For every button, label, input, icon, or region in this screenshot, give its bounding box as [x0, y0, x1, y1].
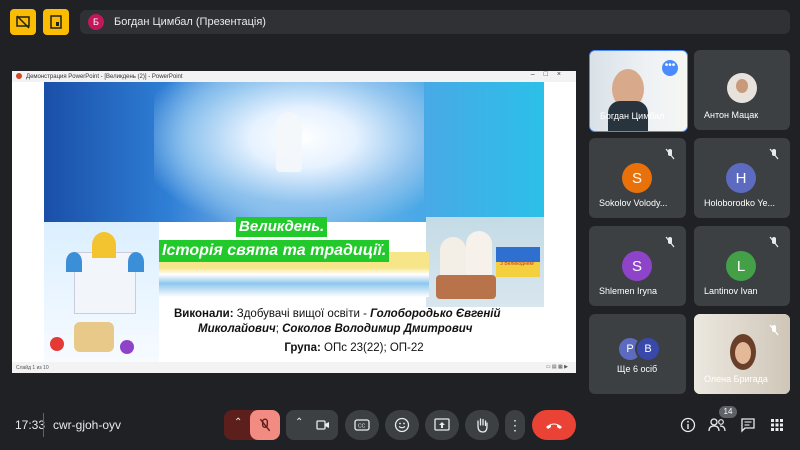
chevron-up-icon[interactable]: ⌃	[295, 417, 303, 428]
camera-control[interactable]: ⌃	[286, 410, 338, 440]
mic-control[interactable]: ⌃	[224, 410, 280, 440]
captions-button[interactable]: CC	[345, 410, 379, 440]
meeting-info-button[interactable]	[679, 416, 697, 434]
participant-tile[interactable]: H Holoborodko Ye...	[694, 138, 790, 218]
svg-text:CC: CC	[358, 424, 366, 430]
jesus-figure	[276, 112, 302, 172]
chevron-up-icon[interactable]: ⌃	[234, 417, 242, 428]
participant-avatar: L	[726, 251, 756, 281]
more-participants-label: Ще 6 осіб	[617, 364, 658, 374]
apps-grid-icon	[771, 419, 783, 431]
captions-icon: CC	[354, 419, 370, 431]
participant-name: Shlemen Iryna	[599, 286, 658, 296]
participant-tile[interactable]: S Shlemen Iryna	[589, 226, 686, 306]
participant-name: Олена Бригада	[704, 374, 768, 384]
mic-off-icon	[665, 236, 675, 248]
chat-button[interactable]	[739, 416, 757, 434]
participant-tile[interactable]: L Lantinov Ivan	[694, 226, 790, 306]
slide: З Великоднем! Великдень. Історія свята т…	[44, 82, 544, 362]
slide-counter: Слайд 1 из 10	[16, 364, 49, 371]
pres-status-bar: Слайд 1 из 10 ▭ ▤ ▦ ▶	[12, 362, 576, 373]
participant-avatar: H	[726, 163, 756, 193]
mic-off-icon	[769, 236, 779, 248]
clock: 17:33	[15, 418, 46, 432]
presentation-window: Демонстрация PowerPoint - [Великдень (2)…	[12, 71, 576, 373]
participant-name: Lantinov Ivan	[704, 286, 758, 296]
participant-tile[interactable]: ••• Богдан Цимбал	[589, 50, 688, 132]
activities-button[interactable]	[768, 416, 786, 434]
more-options-icon[interactable]: •••	[662, 60, 678, 76]
easter-cake-image: З Великоднем!	[426, 217, 544, 307]
presenter-bar: Б Богдан Цимбал (Презентація)	[80, 10, 790, 34]
hand-icon	[477, 418, 488, 433]
church-image	[44, 222, 159, 362]
participant-tile[interactable]: S Sokolov Volody...	[589, 138, 686, 218]
pres-window-title: Демонстрация PowerPoint - [Великдень (2)…	[26, 73, 183, 80]
divider	[43, 413, 44, 437]
participant-tile[interactable]: Антон Мацак	[694, 50, 790, 130]
slide-title-line2: Історія свята та традиції.	[159, 240, 390, 262]
slide-authors: Виконали: Здобувачі вищої освіти - Голоб…	[174, 308, 501, 354]
layout-button[interactable]	[43, 9, 69, 35]
participant-avatar: S	[622, 163, 652, 193]
chat-icon	[741, 418, 755, 433]
present-button[interactable]	[425, 410, 459, 440]
end-call-icon	[546, 423, 562, 429]
participant-tile[interactable]: Олена Бригада	[694, 314, 790, 394]
presenter-name: Богдан Цимбал (Презентація)	[114, 16, 266, 28]
layout-icon	[50, 15, 62, 29]
participant-avatar: S	[622, 251, 652, 281]
more-participants-tile[interactable]: P B Ще 6 осіб	[589, 314, 686, 394]
more-vert-icon: ⋮	[508, 417, 522, 433]
participant-avatar: B	[635, 336, 661, 362]
present-screen-icon	[434, 418, 450, 431]
stop-presenting-icon-button[interactable]	[10, 9, 36, 35]
more-options-button[interactable]: ⋮	[505, 410, 525, 440]
pres-title-bar: Демонстрация PowerPoint - [Великдень (2)…	[12, 71, 576, 82]
participant-name: Антон Мацак	[704, 110, 759, 120]
participant-name: Богдан Цимбал	[600, 111, 665, 121]
people-icon	[708, 418, 726, 432]
participant-name: Holoborodko Ye...	[704, 198, 776, 208]
view-controls-icon[interactable]: ▭ ▤ ▦ ▶	[546, 364, 568, 370]
people-count-badge: 14	[719, 406, 737, 418]
participant-name: Sokolov Volody...	[599, 198, 668, 208]
window-controls-icon[interactable]: –□×	[531, 71, 570, 78]
slide-title-line1: Великдень.	[236, 217, 328, 237]
raise-hand-button[interactable]	[465, 410, 499, 440]
meeting-code: cwr-gjoh-oyv	[53, 418, 122, 432]
mic-off-icon	[259, 418, 271, 432]
mic-off-button[interactable]	[250, 410, 280, 440]
participant-photo	[727, 73, 757, 103]
presentation-off-icon	[16, 15, 30, 29]
easter-card-text: З Великоднем!	[500, 261, 535, 267]
leave-call-button[interactable]	[532, 410, 576, 440]
presenter-avatar: Б	[88, 14, 104, 30]
mic-off-icon	[769, 148, 779, 160]
camera-icon	[316, 420, 329, 430]
people-button[interactable]	[708, 416, 726, 434]
powerpoint-icon	[16, 73, 22, 79]
mic-off-icon	[665, 148, 675, 160]
info-icon	[680, 417, 696, 433]
mic-off-icon	[769, 324, 779, 336]
emoji-icon	[394, 417, 410, 433]
reactions-button[interactable]	[385, 410, 419, 440]
